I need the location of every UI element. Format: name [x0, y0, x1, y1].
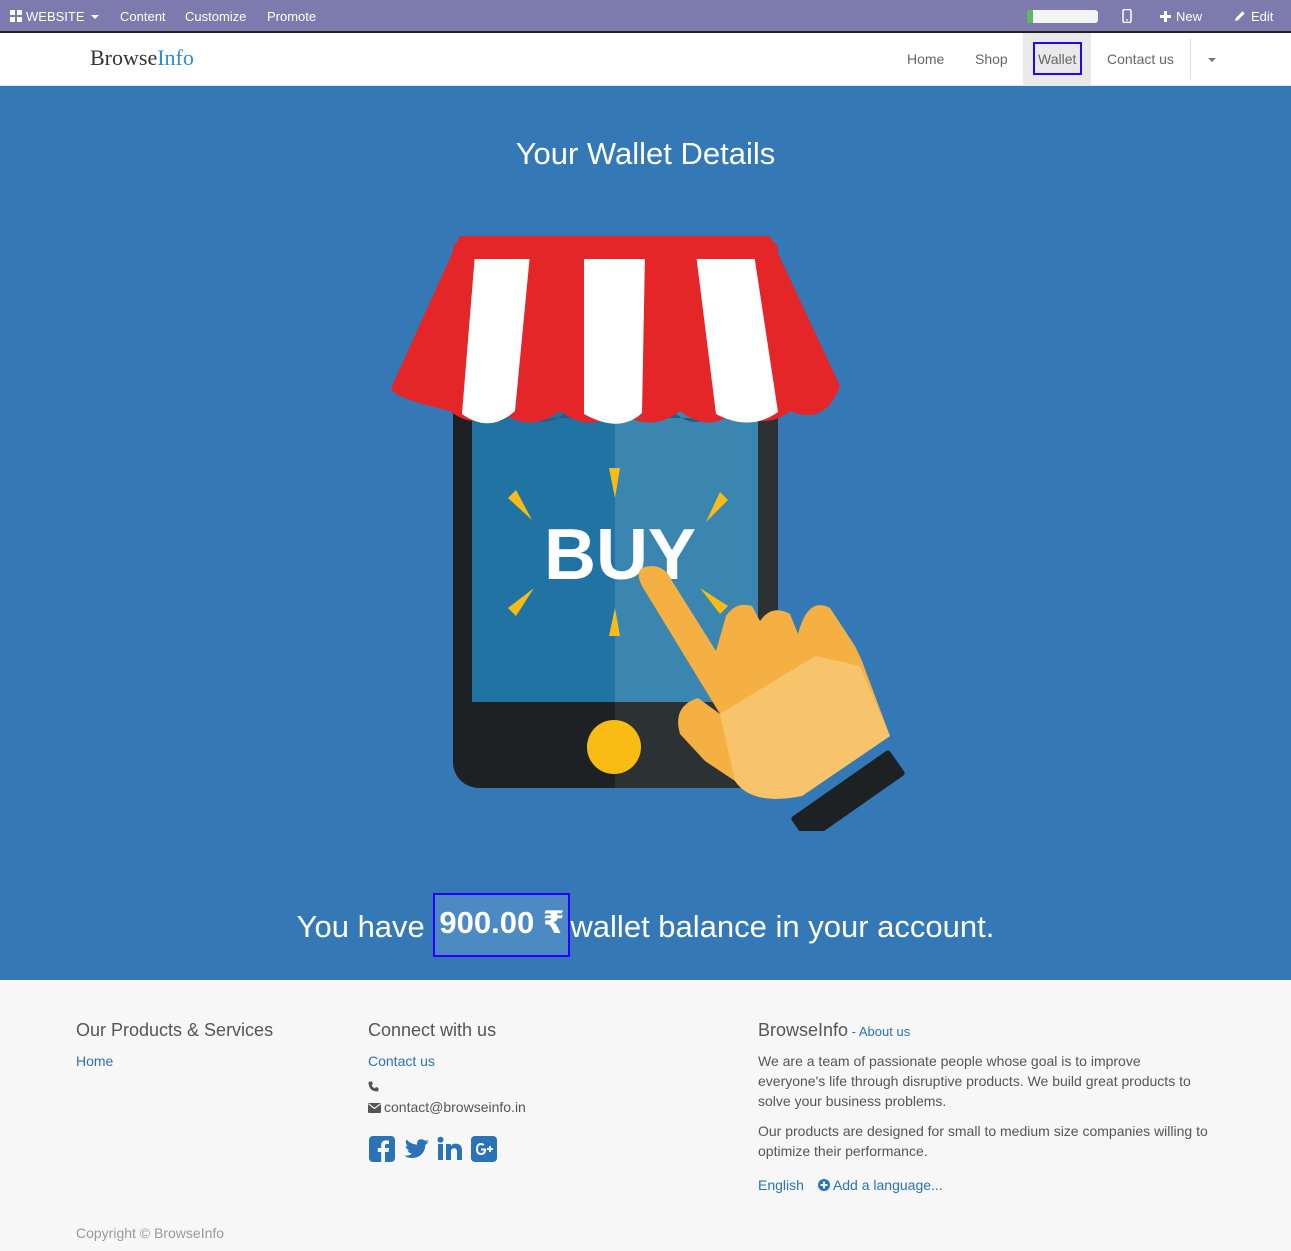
footer-about-title: BrowseInfo [758, 1020, 849, 1040]
site-footer: Our Products & Services Home Connect wit… [0, 980, 1291, 1251]
user-dropdown-caret-icon[interactable] [1208, 58, 1216, 62]
envelope-icon [368, 1103, 381, 1113]
wallet-balance-amount: 900.00 ₹ [433, 893, 571, 957]
customize-menu[interactable]: Customize [185, 0, 246, 33]
footer-products-column: Our Products & Services Home [76, 1020, 273, 1069]
footer-about-separator: - [848, 1024, 859, 1039]
mobile-preview-button[interactable] [1122, 0, 1132, 33]
pencil-icon [1235, 11, 1245, 21]
brand-part-1: Browse [90, 45, 158, 70]
twitter-icon[interactable] [402, 1135, 430, 1163]
footer-email: contact@browseinfo.in [384, 1099, 526, 1115]
facebook-icon[interactable] [368, 1135, 396, 1163]
website-menu-label: WEBSITE [26, 9, 85, 24]
edit-label: Edit [1251, 9, 1274, 24]
plus-icon [1160, 11, 1171, 22]
content-menu[interactable]: Content [120, 0, 166, 33]
nav-item-contact-us[interactable]: Contact us [1107, 33, 1174, 85]
promote-menu[interactable]: Promote [267, 0, 316, 33]
add-language-label: Add a language... [832, 1177, 943, 1193]
brand-part-2: Info [157, 45, 194, 70]
email-row: contact@browseinfo.in [368, 1099, 526, 1115]
footer-about-column: BrowseInfo - About us We are a team of p… [758, 1020, 1208, 1193]
mobile-icon [1122, 8, 1132, 24]
social-links [368, 1135, 526, 1163]
footer-about-paragraph-1: We are a team of passionate people whose… [758, 1053, 1191, 1109]
new-button[interactable]: New [1160, 0, 1202, 33]
footer-contact-link[interactable]: Contact us [368, 1053, 526, 1069]
balance-prefix: You have [296, 909, 425, 945]
progress-indicator [1027, 10, 1098, 23]
phone-row [368, 1079, 526, 1097]
footer-connect-column: Connect with us Contact us contact@brows… [368, 1020, 526, 1163]
wallet-highlight-box [1033, 42, 1082, 75]
brand-logo[interactable]: BrowseInfo [90, 45, 194, 71]
copyright: Copyright © BrowseInfo [76, 1225, 225, 1241]
wallet-balance-message: You have 900.00 ₹ wallet balance in your … [0, 893, 1291, 957]
footer-connect-title: Connect with us [368, 1020, 497, 1040]
footer-home-link[interactable]: Home [76, 1053, 273, 1069]
nav-separator [1190, 39, 1191, 79]
google-plus-icon[interactable] [470, 1135, 498, 1163]
add-language-link[interactable]: Add a language... [817, 1177, 943, 1193]
plus-circle-icon [817, 1179, 830, 1191]
footer-about-paragraph-2: Our products are designed for small to m… [758, 1123, 1208, 1159]
language-selector: English Add a language... [758, 1177, 1208, 1193]
edit-button[interactable]: Edit [1234, 0, 1273, 33]
page-title: Your Wallet Details [515, 136, 776, 171]
shopping-buy-illustration: BUY [391, 236, 905, 831]
balance-suffix: wallet balance in your account. [570, 909, 995, 945]
wallet-section: Your Wallet Details BUY You have 900.00 … [0, 86, 1291, 980]
chevron-down-icon [90, 15, 99, 19]
nav-item-home[interactable]: Home [907, 33, 944, 85]
phone-icon [368, 1081, 379, 1092]
website-menu[interactable]: WEBSITE [10, 0, 99, 33]
apps-grid-icon [10, 10, 22, 22]
language-english-link[interactable]: English [758, 1177, 804, 1193]
new-label: New [1176, 9, 1203, 24]
admin-bar: WEBSITE Content Customize Promote New Ed… [0, 0, 1291, 33]
footer-about-link[interactable]: About us [859, 1024, 910, 1039]
footer-products-title: Our Products & Services [76, 1020, 274, 1040]
nav-item-shop[interactable]: Shop [975, 33, 1008, 85]
site-navbar: BrowseInfo Home Shop Wallet Contact us [0, 33, 1291, 86]
linkedin-icon[interactable] [436, 1135, 464, 1163]
